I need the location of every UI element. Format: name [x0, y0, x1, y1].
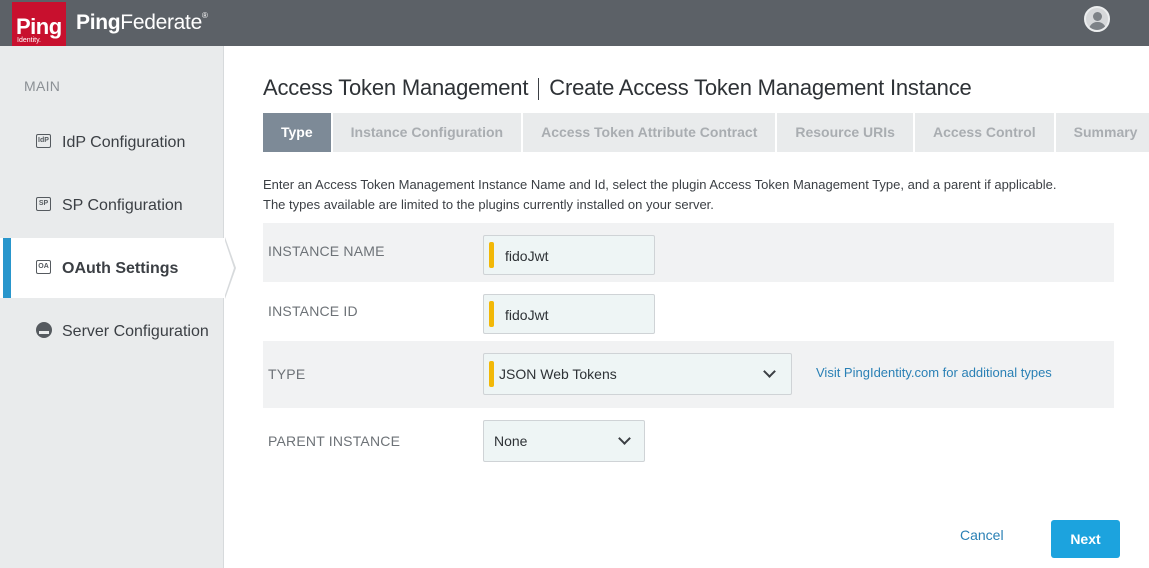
wizard-tabs: Type Instance Configuration Access Token… — [263, 113, 1149, 152]
sidebar-item-oauth-settings[interactable]: OA OAuth Settings — [0, 237, 236, 299]
avatar-head — [1093, 12, 1102, 21]
ping-identity-logo[interactable]: Ping Identity. — [12, 2, 66, 48]
additional-types-link[interactable]: Visit PingIdentity.com for additional ty… — [816, 365, 1052, 380]
description-line-1: Enter an Access Token Management Instanc… — [263, 177, 1057, 192]
tab-summary[interactable]: Summary — [1055, 113, 1149, 152]
logo-subtext: Identity. — [17, 37, 41, 44]
instance-name-input[interactable]: fidoJwt — [483, 235, 655, 275]
oauth-icon: OA — [36, 260, 51, 274]
description-line-2: The types available are limited to the p… — [263, 197, 714, 212]
sidebar-item-label: Server Configuration — [62, 323, 209, 340]
sidebar-heading: MAIN — [24, 78, 61, 94]
required-indicator — [489, 301, 494, 327]
tab-type[interactable]: Type — [263, 113, 331, 152]
product-name: PingFederate® — [76, 11, 208, 35]
sidebar: MAIN IdP IdP Configuration SP SP Configu… — [0, 46, 236, 568]
active-arrow — [224, 238, 234, 298]
parent-instance-select[interactable]: None — [483, 420, 645, 462]
type-row: TYPE JSON Web Tokens Visit PingIdentity.… — [263, 341, 1114, 408]
title-section: Access Token Management — [263, 75, 529, 100]
sidebar-item-label: SP Configuration — [62, 197, 183, 214]
product-name-bold: Ping — [76, 11, 121, 34]
parent-instance-row: PARENT INSTANCE None — [263, 408, 1114, 472]
sidebar-item-label: IdP Configuration — [62, 134, 186, 151]
sidebar-item-idp-configuration[interactable]: IdP IdP Configuration — [0, 112, 224, 172]
active-indicator — [3, 238, 11, 298]
chevron-down-icon — [618, 432, 631, 445]
instance-name-label: INSTANCE NAME — [268, 243, 385, 259]
sidebar-item-sp-configuration[interactable]: SP SP Configuration — [0, 175, 224, 235]
sp-icon: SP — [36, 197, 51, 211]
user-avatar-icon[interactable] — [1084, 6, 1110, 32]
instance-id-row: INSTANCE ID fidoJwt — [263, 282, 1114, 341]
tab-access-token-attribute-contract[interactable]: Access Token Attribute Contract — [523, 113, 776, 152]
top-bar: Ping Identity. PingFederate® — [0, 0, 1149, 48]
instance-id-input[interactable]: fidoJwt — [483, 294, 655, 334]
sidebar-item-server-configuration[interactable]: Server Configuration — [0, 301, 224, 361]
instance-name-value: fidoJwt — [505, 248, 549, 264]
tab-access-control[interactable]: Access Control — [914, 113, 1054, 152]
required-indicator — [489, 361, 494, 387]
product-reg-mark: ® — [201, 11, 208, 20]
title-separator — [538, 78, 540, 101]
type-value: JSON Web Tokens — [499, 366, 617, 382]
parent-instance-label: PARENT INSTANCE — [268, 433, 401, 449]
required-indicator — [489, 242, 494, 268]
avatar-body — [1089, 22, 1106, 30]
instance-name-row: INSTANCE NAME fidoJwt — [263, 223, 1114, 282]
next-button[interactable]: Next — [1051, 520, 1120, 558]
chevron-down-icon — [763, 365, 776, 378]
title-page: Create Access Token Management Instance — [549, 75, 972, 100]
idp-icon: IdP — [36, 134, 51, 148]
type-select[interactable]: JSON Web Tokens — [483, 353, 792, 395]
page-title: Access Token Management Create Access Tok… — [263, 75, 972, 101]
sidebar-item-label: OAuth Settings — [62, 260, 179, 277]
instance-id-label: INSTANCE ID — [268, 303, 358, 319]
cancel-button[interactable]: Cancel — [960, 527, 1004, 543]
parent-instance-value: None — [494, 433, 528, 449]
product-name-rest: Federate — [120, 11, 202, 34]
page-description: Enter an Access Token Management Instanc… — [263, 175, 1123, 215]
type-label: TYPE — [268, 366, 306, 382]
tab-resource-uris[interactable]: Resource URIs — [777, 113, 913, 152]
tab-instance-configuration[interactable]: Instance Configuration — [332, 113, 522, 152]
instance-id-value: fidoJwt — [505, 307, 549, 323]
server-icon — [36, 322, 52, 338]
